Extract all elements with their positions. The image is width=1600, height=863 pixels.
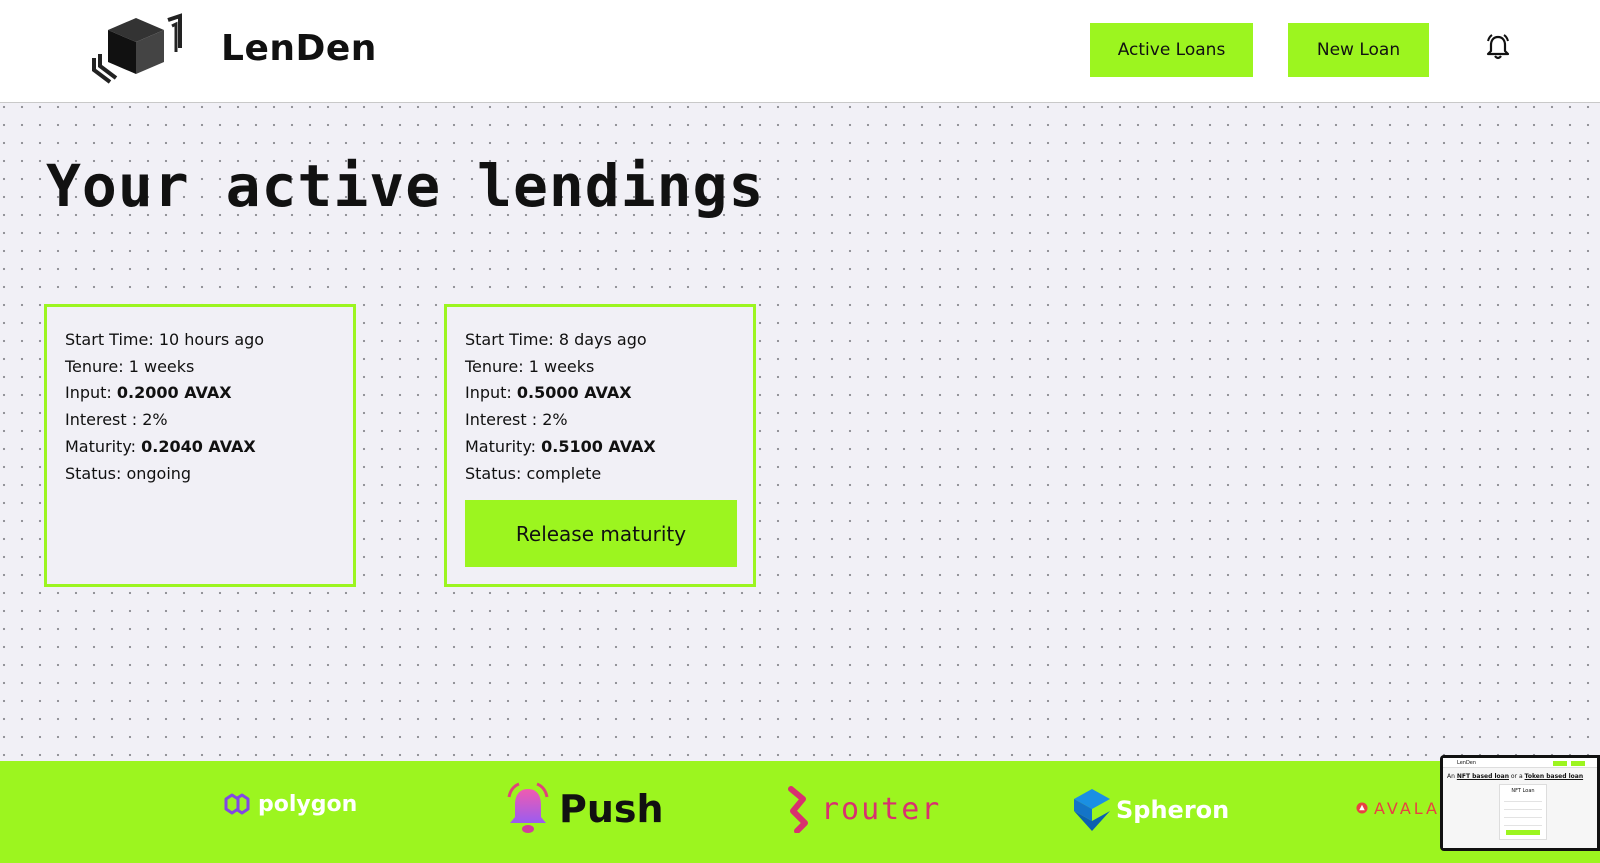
preview-form: NFT Loan — [1499, 784, 1547, 840]
push-bell-logo-icon — [507, 782, 549, 833]
brand-name[interactable]: LenDen — [221, 28, 377, 69]
avalanche-logo-icon — [1356, 802, 1368, 814]
sponsor-name: Push — [559, 787, 664, 831]
preview-brand: LenDen — [1457, 760, 1477, 766]
interest-row: Interest : 2% — [65, 410, 168, 430]
preview-header: LenDen — [1443, 758, 1597, 768]
sponsor-spheron[interactable]: Spheron — [1072, 787, 1229, 833]
preview-submit — [1506, 830, 1540, 835]
sponsor-strip: polygon Push router Spheron AVALA — [0, 761, 1600, 863]
tenure-value: 1 weeks — [528, 356, 595, 376]
loan-card: Start Time: 8 days ago Tenure: 1 weeks I… — [444, 304, 756, 587]
input-row: Input: 0.5000 AVAX — [465, 383, 632, 403]
start-time-value: 10 hours ago — [158, 330, 265, 349]
start-time-value: 8 days ago — [558, 330, 647, 349]
polygon-logo-icon — [224, 793, 250, 815]
preview-nav-button — [1553, 761, 1567, 766]
sponsor-polygon[interactable]: polygon — [222, 791, 357, 817]
input-value: 0.5000 AVAX — [516, 383, 632, 403]
start-time-row: Start Time: 8 days ago — [465, 330, 647, 349]
router-logo-icon — [788, 786, 808, 833]
active-loans-button[interactable]: Active Loans — [1090, 23, 1253, 77]
status-row: Status: complete — [465, 463, 602, 483]
preview-headline: An NFT based loan or a Token based loan — [1447, 773, 1584, 780]
interest-value: 2% — [542, 410, 568, 430]
sponsor-router[interactable]: router — [787, 785, 941, 833]
sponsor-name: Spheron — [1116, 796, 1230, 824]
cube-logo-icon[interactable] — [90, 12, 182, 88]
new-loan-button[interactable]: New Loan — [1288, 23, 1429, 77]
spheron-logo-icon — [1074, 789, 1110, 831]
preview-field — [1504, 822, 1542, 826]
preview-nav-button — [1571, 761, 1585, 766]
preview-field — [1504, 806, 1542, 810]
release-maturity-button[interactable]: Release maturity — [465, 500, 737, 567]
preview-field — [1504, 814, 1542, 818]
screenshot-preview-thumbnail[interactable]: LenDen An NFT based loan or a Token base… — [1440, 755, 1600, 851]
maturity-value: 0.5100 AVAX — [541, 436, 656, 456]
main-content: Your active lendings Start Time: 10 hour… — [0, 104, 1600, 761]
sponsor-push[interactable]: Push — [503, 781, 664, 837]
top-header: LenDen Active Loans New Loan — [0, 0, 1600, 103]
input-row: Input: 0.2000 AVAX — [65, 383, 232, 403]
status-value: complete — [526, 463, 602, 483]
sponsor-name: polygon — [258, 791, 358, 817]
input-value: 0.2000 AVAX — [116, 383, 232, 403]
status-row: Status: ongoing — [65, 463, 192, 483]
sponsor-name: AVALA — [1373, 798, 1440, 818]
sponsor-name: router — [821, 791, 942, 827]
maturity-row: Maturity: 0.5100 AVAX — [465, 436, 656, 456]
maturity-value: 0.2040 AVAX — [141, 436, 256, 456]
interest-value: 2% — [142, 410, 168, 430]
loan-card: Start Time: 10 hours ago Tenure: 1 weeks… — [44, 304, 356, 587]
tenure-value: 1 weeks — [128, 356, 195, 376]
status-value: ongoing — [126, 463, 192, 483]
preview-form-title: NFT Loan — [1511, 788, 1535, 794]
maturity-row: Maturity: 0.2040 AVAX — [65, 436, 256, 456]
sponsor-avalanche[interactable]: AVALA — [1356, 795, 1440, 821]
interest-row: Interest : 2% — [465, 410, 568, 430]
page-title: Your active lendings — [46, 152, 765, 220]
bell-icon[interactable] — [1484, 33, 1512, 61]
tenure-row: Tenure: 1 weeks — [465, 356, 595, 376]
tenure-row: Tenure: 1 weeks — [65, 356, 195, 376]
preview-field — [1504, 798, 1542, 802]
start-time-row: Start Time: 10 hours ago — [65, 330, 265, 349]
preview-page: LenDen An NFT based loan or a Token base… — [1443, 758, 1597, 848]
